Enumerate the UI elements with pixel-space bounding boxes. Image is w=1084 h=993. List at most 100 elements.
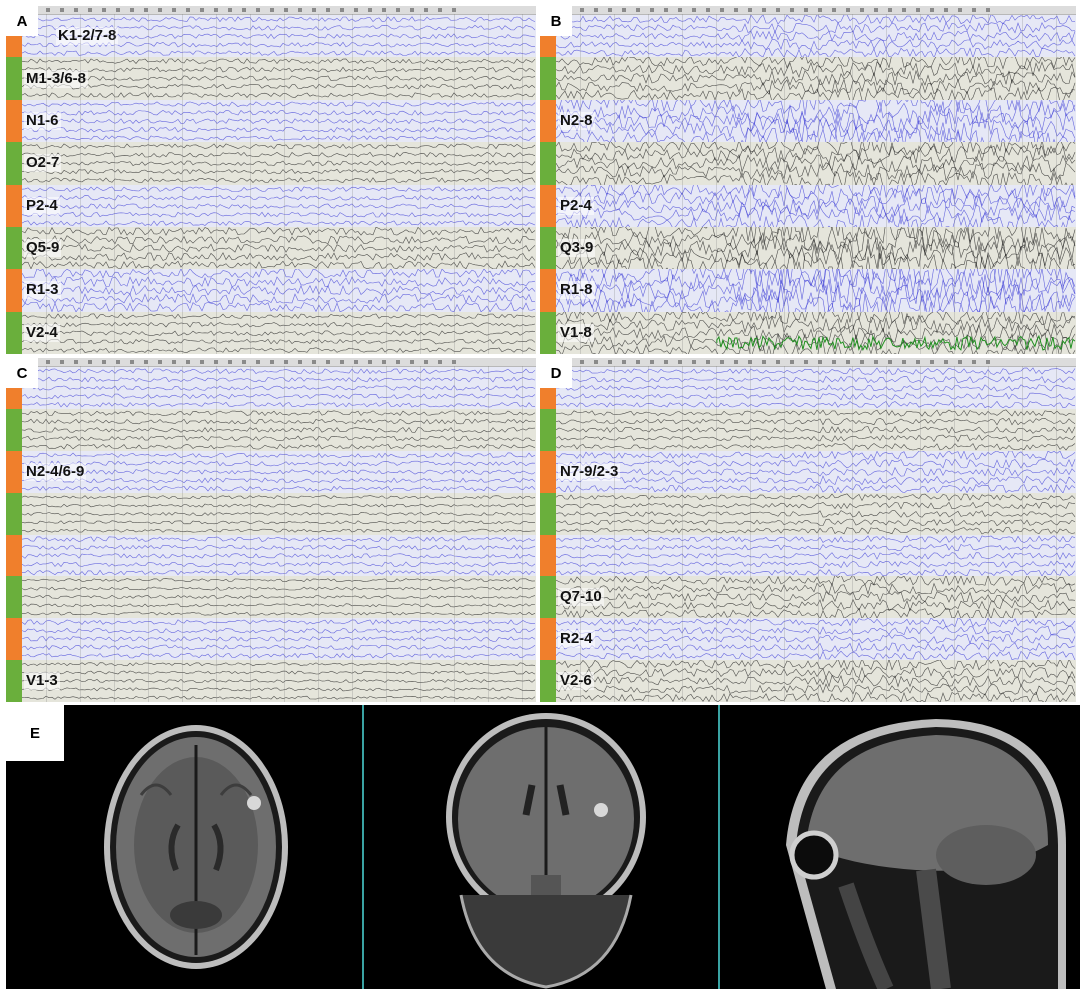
eeg-channel-line: [22, 16, 536, 23]
eeg-channel-line: [22, 84, 536, 90]
eeg-band: R2-4: [540, 618, 1076, 661]
eeg-channel-line: [556, 591, 1076, 604]
eeg-channel-line: [22, 260, 536, 270]
eeg-channel-line: [556, 625, 1076, 636]
eeg-channel-line: [556, 650, 1076, 661]
eeg-channel-line: [22, 243, 536, 253]
eeg-toolbar-b: [540, 6, 1076, 15]
eeg-channel-line: [556, 618, 1076, 628]
eeg-band: [6, 618, 536, 661]
eeg-channel-line: [22, 578, 536, 583]
eeg-channel-line: [22, 426, 536, 433]
eeg-trace: [556, 15, 1076, 58]
eeg-channel-line: [556, 142, 1076, 157]
eeg-band: [540, 142, 1076, 185]
time-gridline: [1022, 366, 1023, 702]
eeg-channel-line: [556, 442, 1076, 451]
eeg-trace: [556, 184, 1076, 227]
time-gridline: [182, 366, 183, 702]
time-gridline: [114, 366, 115, 702]
panel-letter-d: D: [540, 358, 572, 388]
eeg-channel-line: [22, 301, 536, 312]
eeg-channel-line: [556, 543, 1076, 551]
time-gridline: [352, 366, 353, 702]
eeg-channel-line: [22, 252, 536, 262]
eeg-toolbar-d: [540, 358, 1076, 367]
electrode-color-bar: [540, 269, 556, 312]
eeg-channel-line: [22, 235, 536, 245]
eeg-band: [6, 576, 536, 619]
eeg-trace: [22, 58, 536, 99]
eeg-band: M1-3/6-8: [6, 57, 536, 100]
electrode-color-bar: [6, 57, 22, 100]
eeg-channel-line: [22, 368, 536, 375]
eeg-channel-line: [556, 526, 1076, 535]
eeg-band: [6, 534, 536, 577]
eeg-trace: [556, 576, 1076, 619]
electrode-label: R1-8: [558, 281, 595, 300]
eeg-band: V2-6: [540, 660, 1076, 702]
eeg-channel-line: [22, 644, 536, 651]
time-gridline: [614, 14, 615, 354]
eeg-channel-line: [22, 511, 536, 516]
eeg-trace: [556, 660, 1076, 702]
eeg-channel-line: [22, 560, 536, 567]
eeg-channel-line: [556, 674, 1076, 688]
time-gridline: [114, 14, 115, 354]
electrode-label: M1-3/6-8: [24, 69, 89, 88]
time-gridline: [522, 14, 523, 354]
eeg-band: O2-7: [6, 142, 536, 185]
eeg-channel-line: [22, 586, 536, 591]
eeg-channel-line: [22, 219, 536, 226]
eeg-channel-line: [556, 384, 1076, 392]
time-gridline: [886, 366, 887, 702]
eeg-trace: [556, 226, 1076, 270]
time-gridline: [284, 14, 285, 354]
eeg-band: R1-8: [540, 269, 1076, 312]
eeg-channel-line: [556, 226, 1076, 253]
eeg-band: Q7-10: [540, 576, 1076, 619]
eeg-trace: [22, 619, 536, 659]
time-gridline: [80, 14, 81, 354]
eeg-channel-line: [556, 87, 1076, 100]
electrode-color-bar: [6, 660, 22, 702]
eeg-channel-line: [22, 202, 536, 209]
time-gridline: [148, 366, 149, 702]
electrode-color-bar: [6, 576, 22, 619]
eeg-channel-line: [22, 293, 536, 305]
eeg-channel-line: [556, 501, 1076, 509]
eeg-channel-line: [556, 425, 1076, 434]
time-gridline: [852, 14, 853, 354]
eeg-band: [540, 492, 1076, 535]
electrode-label: N2-4/6-9: [24, 462, 87, 481]
panel-letter-a: A: [6, 6, 38, 36]
eeg-trace: [556, 57, 1076, 100]
mri-sagittal-image: [786, 719, 1066, 989]
eeg-trace: [22, 269, 536, 312]
electrode-color-bar: [6, 269, 22, 312]
eeg-panel-c: C N2-4/6-9 V1-3: [6, 358, 536, 702]
eeg-channel-line: [22, 535, 536, 542]
eeg-band: Q3-9: [540, 226, 1076, 270]
eeg-channel-line: [22, 67, 536, 73]
time-gridline: [454, 14, 455, 354]
electrode-color-bar: [540, 492, 556, 535]
eeg-channel-line: [22, 109, 536, 116]
electrode-color-bar: [6, 184, 22, 227]
eeg-channel-line: [22, 460, 536, 467]
time-gridline: [46, 14, 47, 354]
eeg-channel-line: [22, 477, 536, 483]
eeg-channel-line: [556, 534, 1076, 543]
eeg-channel-line: [556, 599, 1076, 612]
eeg-channel-line: [556, 576, 1076, 587]
eeg-channel-line: [556, 99, 1076, 116]
eeg-trace: [22, 368, 536, 408]
eeg-channel-line: [556, 568, 1076, 577]
eeg-channel-line: [22, 435, 536, 441]
eeg-channel-line: [22, 653, 536, 659]
eeg-panel-b: B N2-8 P2-4 Q3-9 R1-8 V1-8: [540, 6, 1076, 354]
eeg-trace: [556, 618, 1076, 661]
electrode-color-bar: [540, 450, 556, 493]
electrode-label: P2-4: [558, 196, 594, 215]
eeg-channel-line: [556, 292, 1076, 312]
